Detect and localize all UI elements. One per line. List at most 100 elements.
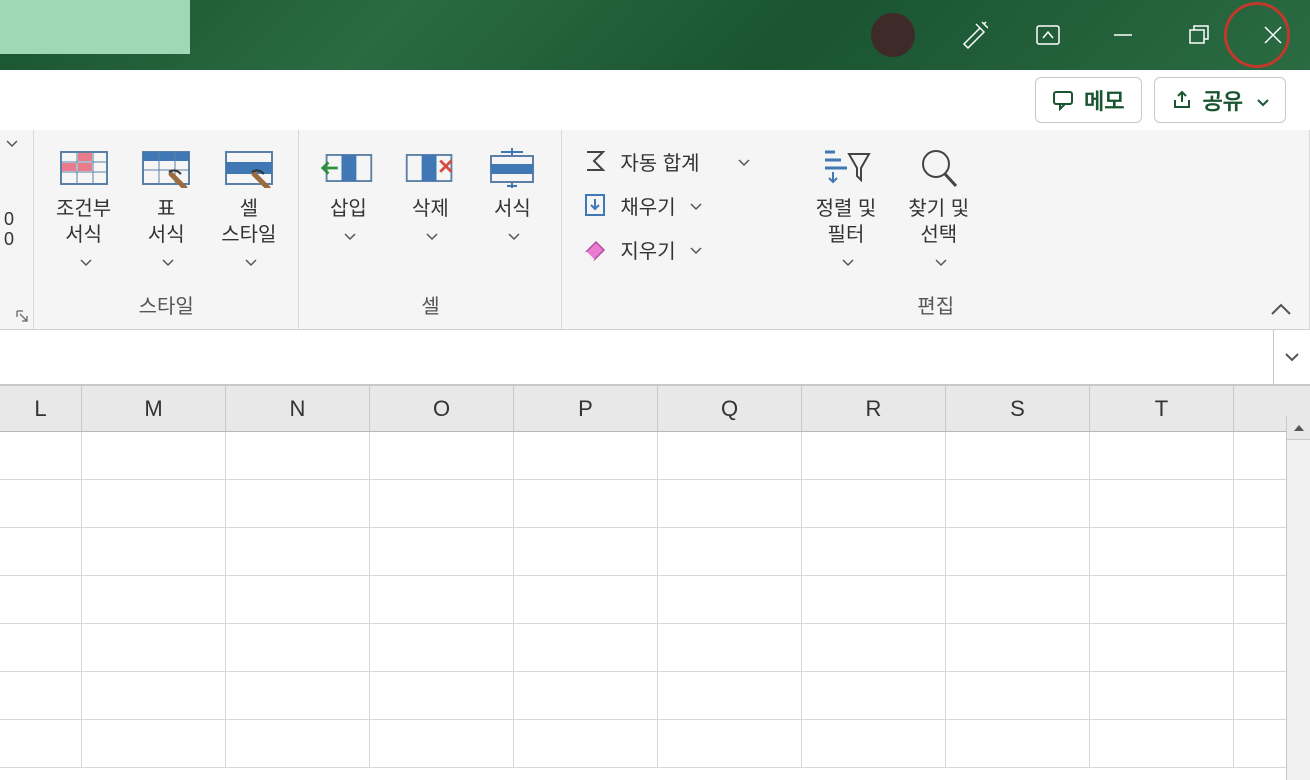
cell[interactable] bbox=[226, 432, 370, 479]
cell[interactable] bbox=[514, 672, 658, 719]
sort-filter-button[interactable]: 정렬 및 필터 bbox=[812, 142, 881, 278]
pen-icon[interactable] bbox=[935, 0, 1010, 70]
cell[interactable] bbox=[1090, 576, 1234, 623]
fill-button[interactable]: 채우기 bbox=[580, 190, 701, 220]
cell[interactable] bbox=[514, 624, 658, 671]
minimize-button[interactable] bbox=[1085, 0, 1160, 70]
cell[interactable] bbox=[82, 624, 226, 671]
cell[interactable] bbox=[658, 528, 802, 575]
cell[interactable] bbox=[802, 528, 946, 575]
cell[interactable] bbox=[82, 432, 226, 479]
ribbon-mode-icon[interactable] bbox=[1010, 0, 1085, 70]
scroll-up-button[interactable] bbox=[1287, 416, 1310, 440]
cell[interactable] bbox=[0, 672, 82, 719]
column-header[interactable]: N bbox=[226, 386, 370, 431]
cell[interactable] bbox=[658, 480, 802, 527]
cell[interactable] bbox=[82, 528, 226, 575]
cell[interactable] bbox=[514, 480, 658, 527]
insert-button[interactable]: 삽입 bbox=[317, 142, 379, 252]
formula-input[interactable] bbox=[0, 330, 1274, 385]
user-avatar[interactable] bbox=[871, 13, 915, 57]
share-label: 공유 bbox=[1203, 84, 1243, 116]
cell[interactable] bbox=[514, 432, 658, 479]
cell[interactable] bbox=[802, 624, 946, 671]
format-button[interactable]: 서식 bbox=[481, 142, 543, 252]
cell[interactable] bbox=[946, 720, 1090, 767]
dialog-launcher-icon[interactable] bbox=[15, 309, 29, 323]
formula-expand-button[interactable] bbox=[1274, 330, 1310, 385]
autosum-button[interactable]: 자동 합계 bbox=[580, 146, 749, 176]
cell[interactable] bbox=[1090, 624, 1234, 671]
cell[interactable] bbox=[82, 576, 226, 623]
cell[interactable] bbox=[370, 480, 514, 527]
find-select-button[interactable]: 찾기 및 선택 bbox=[904, 142, 973, 278]
cell[interactable] bbox=[802, 576, 946, 623]
vertical-scrollbar[interactable] bbox=[1286, 416, 1310, 780]
cell[interactable] bbox=[946, 624, 1090, 671]
cell[interactable] bbox=[0, 720, 82, 767]
cell[interactable] bbox=[946, 576, 1090, 623]
conditional-formatting-button[interactable]: 조건부 서식 bbox=[52, 142, 115, 278]
column-header[interactable]: S bbox=[946, 386, 1090, 431]
cell[interactable] bbox=[658, 432, 802, 479]
cell[interactable] bbox=[370, 720, 514, 767]
cell[interactable] bbox=[1090, 480, 1234, 527]
cell[interactable] bbox=[370, 528, 514, 575]
column-header[interactable]: R bbox=[802, 386, 946, 431]
cell[interactable] bbox=[226, 576, 370, 623]
cell[interactable] bbox=[226, 672, 370, 719]
memo-button[interactable]: 메모 bbox=[1035, 77, 1141, 123]
delete-button[interactable]: 삭제 bbox=[399, 142, 461, 252]
column-header[interactable]: Q bbox=[658, 386, 802, 431]
cell[interactable] bbox=[370, 432, 514, 479]
cell[interactable] bbox=[658, 672, 802, 719]
column-header[interactable]: L bbox=[0, 386, 82, 431]
cell[interactable] bbox=[514, 528, 658, 575]
cell[interactable] bbox=[802, 720, 946, 767]
cell[interactable] bbox=[226, 624, 370, 671]
cell[interactable] bbox=[1090, 528, 1234, 575]
cell[interactable] bbox=[82, 480, 226, 527]
cell[interactable] bbox=[946, 528, 1090, 575]
cell[interactable] bbox=[1090, 720, 1234, 767]
cell[interactable] bbox=[658, 720, 802, 767]
cell[interactable] bbox=[802, 480, 946, 527]
cell[interactable] bbox=[82, 720, 226, 767]
cell[interactable] bbox=[226, 528, 370, 575]
cell[interactable] bbox=[946, 480, 1090, 527]
spreadsheet-grid[interactable] bbox=[0, 432, 1310, 768]
cell[interactable] bbox=[1090, 432, 1234, 479]
cell[interactable] bbox=[946, 432, 1090, 479]
column-header[interactable]: M bbox=[82, 386, 226, 431]
column-header[interactable]: O bbox=[370, 386, 514, 431]
cell[interactable] bbox=[658, 624, 802, 671]
cell[interactable] bbox=[0, 576, 82, 623]
cell[interactable] bbox=[0, 624, 82, 671]
cell[interactable] bbox=[82, 672, 226, 719]
cell-style-button[interactable]: 셀 스타일 bbox=[217, 142, 280, 278]
maximize-button[interactable] bbox=[1160, 0, 1235, 70]
cell[interactable] bbox=[1090, 672, 1234, 719]
cell[interactable] bbox=[0, 432, 82, 479]
column-header[interactable]: T bbox=[1090, 386, 1234, 431]
cell[interactable] bbox=[370, 576, 514, 623]
collapse-ribbon-button[interactable] bbox=[1270, 302, 1292, 321]
fragment-dropdown[interactable] bbox=[6, 140, 18, 148]
close-button[interactable] bbox=[1235, 0, 1310, 70]
cell[interactable] bbox=[370, 624, 514, 671]
cell[interactable] bbox=[514, 720, 658, 767]
cell[interactable] bbox=[226, 480, 370, 527]
cell[interactable] bbox=[802, 432, 946, 479]
clear-button[interactable]: 지우기 bbox=[580, 234, 701, 264]
table-format-button[interactable]: 표 서식 bbox=[135, 142, 197, 278]
column-header[interactable]: P bbox=[514, 386, 658, 431]
cell[interactable] bbox=[226, 720, 370, 767]
cell[interactable] bbox=[658, 576, 802, 623]
cell[interactable] bbox=[0, 480, 82, 527]
share-button[interactable]: 공유 bbox=[1154, 77, 1286, 123]
cell[interactable] bbox=[370, 672, 514, 719]
cell[interactable] bbox=[514, 576, 658, 623]
cell[interactable] bbox=[0, 528, 82, 575]
cell[interactable] bbox=[946, 672, 1090, 719]
cell[interactable] bbox=[802, 672, 946, 719]
